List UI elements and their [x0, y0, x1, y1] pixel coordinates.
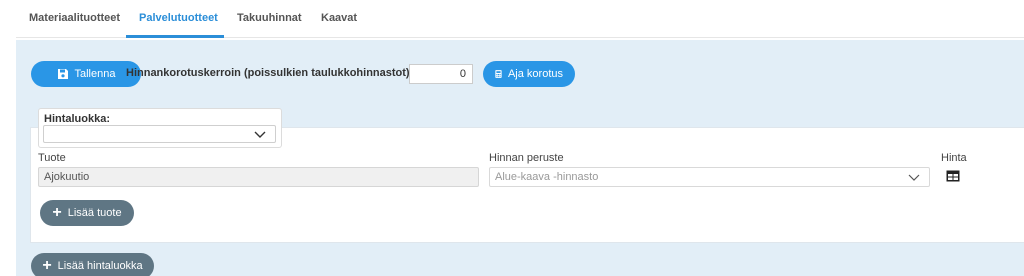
- save-button-label: Tallenna: [74, 68, 116, 80]
- tab-palvelutuotteet[interactable]: Palvelutuotteet: [139, 12, 218, 24]
- tab-bar: Materiaalituotteet Palvelutuotteet Takuu…: [16, 0, 1024, 38]
- plus-icon: +: [42, 257, 52, 274]
- price-class-label: Hintaluokka:: [44, 113, 111, 125]
- tab-materiaalituotteet[interactable]: Materiaalituotteet: [29, 12, 120, 24]
- column-label-basis: Hinnan peruste: [489, 152, 564, 164]
- tab-kaavat[interactable]: Kaavat: [321, 12, 357, 24]
- coefficient-label: Hinnankorotuskerroin (poissulkien tauluk…: [126, 67, 424, 79]
- price-class-select[interactable]: [43, 125, 276, 143]
- add-price-class-button[interactable]: + Lisää hintaluokka: [31, 253, 154, 276]
- table-icon[interactable]: [946, 170, 960, 182]
- active-tab-indicator: [126, 35, 224, 38]
- run-increase-button[interactable]: Aja korotus: [483, 61, 575, 87]
- save-button[interactable]: Tallenna: [31, 61, 141, 87]
- add-product-label: Lisää tuote: [67, 207, 122, 219]
- coefficient-input[interactable]: [409, 64, 473, 84]
- column-label-price: Hinta: [941, 152, 967, 164]
- run-increase-label: Aja korotus: [507, 68, 563, 80]
- chevron-down-icon: [908, 174, 920, 181]
- product-input[interactable]: Ajokuutio: [38, 167, 479, 187]
- tab-takuuhinnat[interactable]: Takuuhinnat: [237, 12, 302, 24]
- floppy-disk-icon: [57, 69, 68, 79]
- price-basis-placeholder: Alue-kaava -hinnasto: [495, 171, 599, 183]
- calculator-icon: [495, 70, 502, 78]
- add-price-class-label: Lisää hintaluokka: [57, 260, 143, 272]
- price-basis-select[interactable]: Alue-kaava -hinnasto: [489, 167, 930, 187]
- add-product-button[interactable]: + Lisää tuote: [40, 200, 134, 226]
- chevron-down-icon: [254, 131, 266, 138]
- column-label-product: Tuote: [38, 152, 66, 164]
- plus-icon: +: [52, 204, 62, 221]
